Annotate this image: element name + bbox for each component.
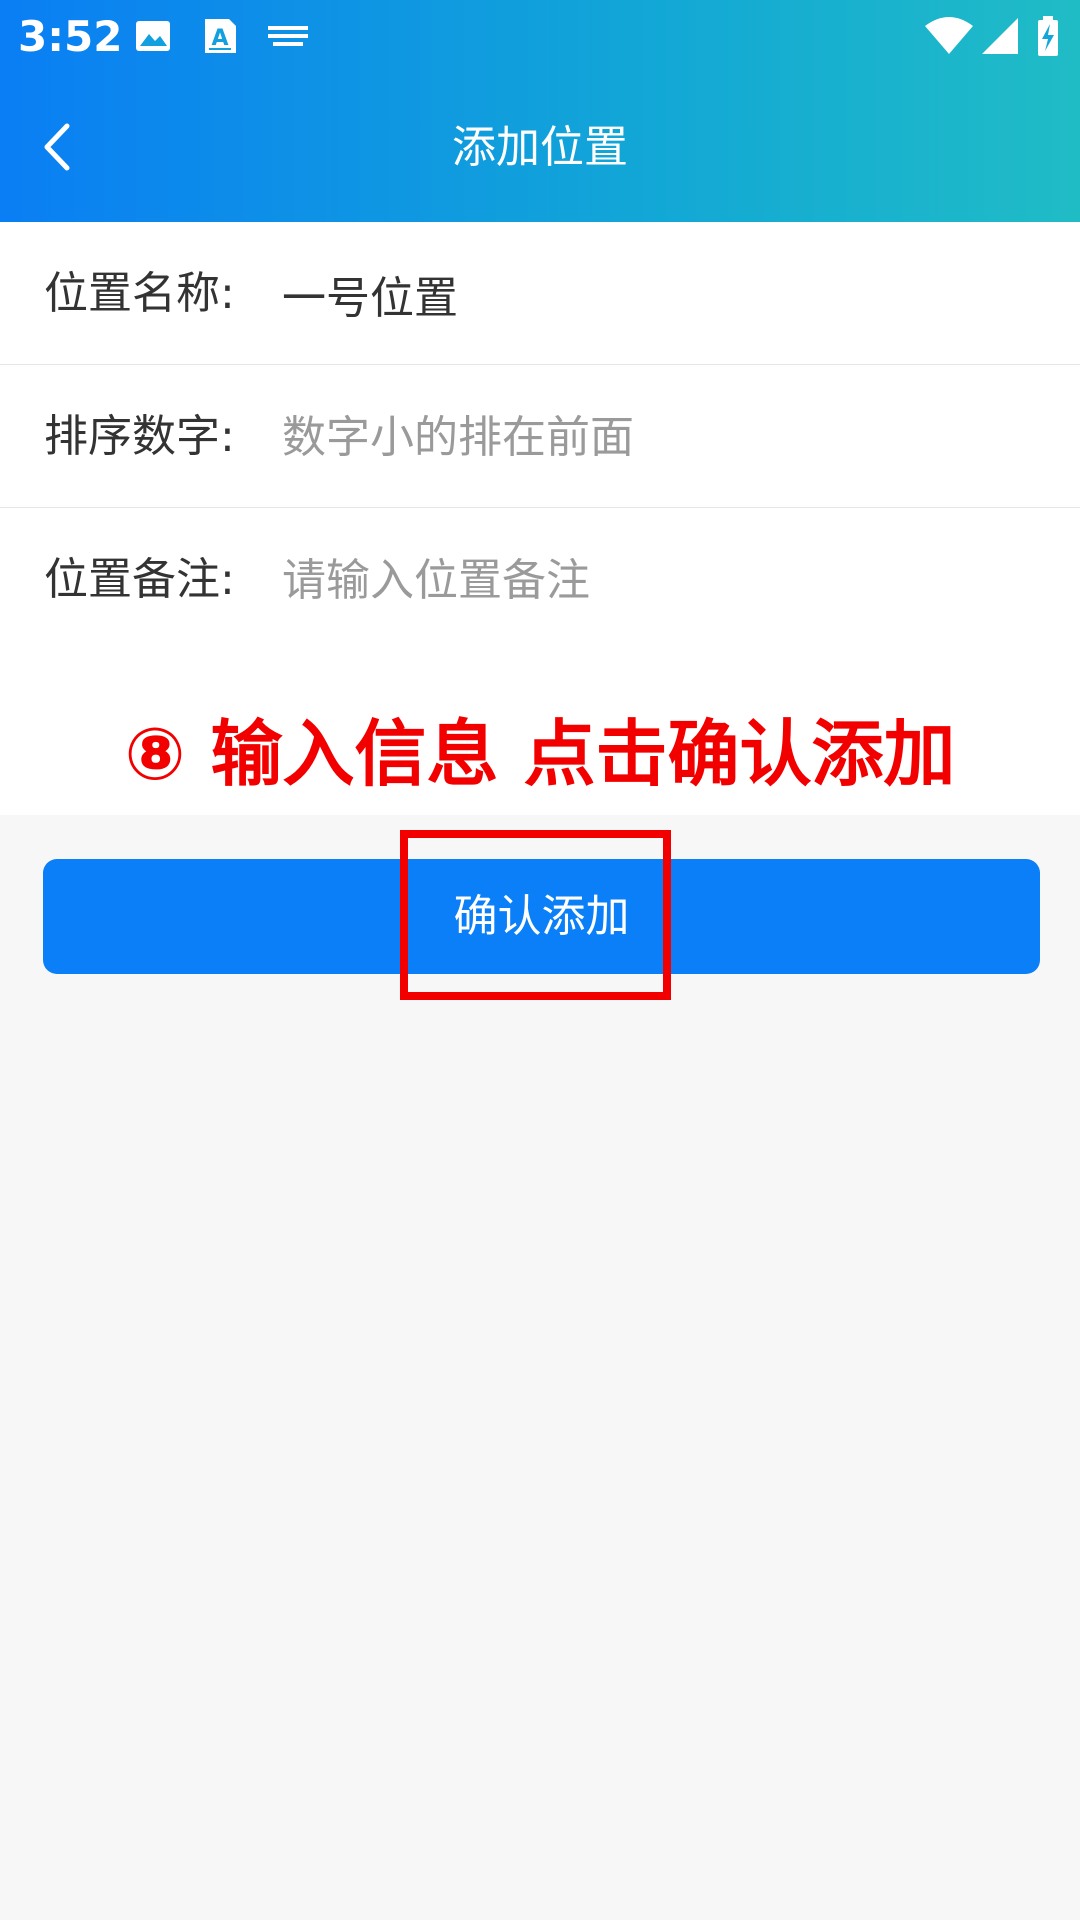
location-name-row: 位置名称: (0, 222, 1080, 365)
a-letter-icon: A (205, 19, 236, 53)
confirm-add-button[interactable]: 确认添加 (43, 859, 1040, 974)
status-bar: 3:52 A (0, 0, 1080, 74)
tutorial-annotation: ⑧ 输入信息 点击确认添加 (124, 712, 956, 796)
wifi-icon (925, 17, 973, 54)
location-name-input[interactable] (282, 258, 1022, 330)
header: 3:52 A 添加位置 (0, 0, 1080, 222)
app-bar: 添加位置 (0, 74, 1080, 222)
location-note-row: 位置备注: (0, 508, 1080, 651)
page: 3:52 A 添加位置 位置名称: 一号位置 排序数字: 数字小的排在前面 位置… (0, 0, 1080, 1920)
location-name-label: 位置名称: (44, 268, 235, 319)
location-note-input[interactable] (282, 544, 1022, 616)
svg-text:A: A (211, 26, 228, 51)
sort-number-input[interactable] (282, 401, 1022, 473)
page-title: 添加位置 (452, 122, 628, 173)
battery-charging-icon (1038, 16, 1058, 56)
sort-number-row: 排序数字: (0, 365, 1080, 508)
image-icon (136, 21, 170, 51)
location-form: 位置名称: 排序数字: 位置备注: ⑧ 输入信息 点击确认添加 (0, 222, 1080, 815)
signal-icon (982, 18, 1018, 54)
location-note-label: 位置备注: (44, 554, 235, 605)
keyboard-icon (268, 26, 308, 46)
status-time: 3:52 (18, 12, 123, 61)
sort-number-label: 排序数字: (44, 411, 235, 462)
